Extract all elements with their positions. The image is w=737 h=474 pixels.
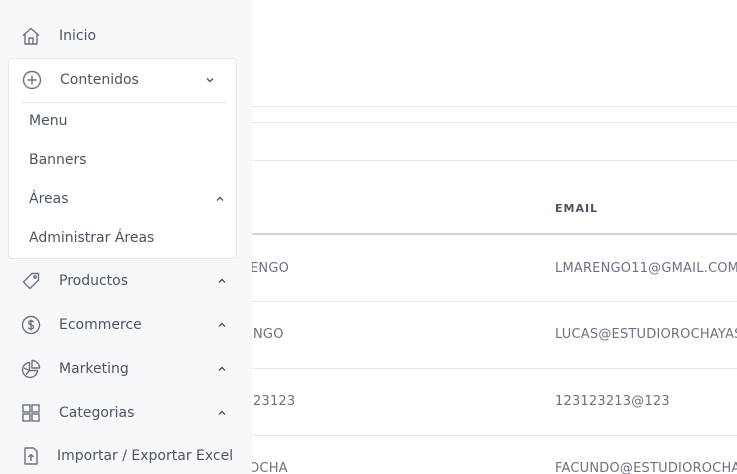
cell-email: LUCAS@ESTUDIOROCHAYAS: [555, 327, 737, 342]
sidebar-item-productos[interactable]: Productos: [0, 261, 252, 301]
row-divider: [252, 435, 737, 436]
cell-email: LMARENGO11@GMAIL.COM: [555, 261, 737, 276]
cell-name: ENGO: [252, 261, 290, 276]
divider: [21, 102, 226, 103]
sidebar-item-label: Ecommerce: [59, 317, 142, 333]
divider: [252, 106, 737, 107]
sidebar-subitem-areas[interactable]: Áreas: [9, 182, 236, 216]
sidebar-subitem-menu[interactable]: Menu: [9, 104, 236, 138]
plus-circle-icon: [21, 69, 43, 91]
sidebar-subitem-label: Administrar Áreas: [29, 230, 155, 246]
sidebar-item-label: Categorias: [59, 405, 135, 421]
sidebar-item-inicio[interactable]: Inicio: [0, 16, 252, 56]
sidebar-subitem-label: Menu: [29, 113, 68, 129]
row-divider: [252, 301, 737, 302]
chevron-up-icon: [216, 407, 228, 419]
sidebar-item-marketing[interactable]: Marketing: [0, 349, 252, 389]
sidebar-item-contenidos[interactable]: Contenidos: [1, 60, 252, 100]
cell-name: NGO: [253, 327, 284, 342]
sidebar-item-label: Inicio: [59, 28, 97, 44]
sidebar-item-label: Importar / Exportar Excel: [57, 448, 234, 464]
sidebar-subitem-label: Áreas: [29, 191, 69, 207]
file-import-icon: [20, 445, 42, 467]
sidebar-item-label: Contenidos: [60, 72, 139, 88]
sidebar-subitem-banners[interactable]: Banners: [9, 143, 236, 177]
chevron-up-icon: [214, 193, 226, 205]
sidebar-subitem-administrar-areas[interactable]: Administrar Áreas: [9, 221, 236, 255]
cell-email: 123123213@123: [555, 394, 670, 409]
sidebar-item-label: Marketing: [59, 361, 129, 377]
sidebar: Inicio Contenidos Menu Banners Áreas Adm…: [0, 0, 252, 474]
row-divider: [252, 368, 737, 369]
home-icon: [20, 25, 42, 47]
sidebar-item-importar-exportar-excel[interactable]: Importar / Exportar Excel: [0, 436, 252, 474]
divider: [252, 122, 737, 123]
pie-chart-icon: [20, 358, 42, 380]
sidebar-item-categorias[interactable]: Categorias: [0, 393, 252, 433]
chevron-up-icon: [216, 275, 228, 287]
grid-icon: [20, 402, 42, 424]
sidebar-group-contenidos: Contenidos Menu Banners Áreas Administra…: [8, 58, 237, 259]
sidebar-subitem-label: Banners: [29, 152, 87, 168]
cell-name: 23123: [253, 394, 296, 409]
cell-email: FACUNDO@ESTUDIOROCHA: [555, 461, 737, 474]
chevron-up-icon: [216, 319, 228, 331]
sidebar-item-label: Productos: [59, 273, 129, 289]
dollar-circle-icon: [20, 314, 42, 336]
chevron-down-icon: [204, 74, 216, 86]
divider: [252, 160, 737, 161]
cell-name: OCHA: [252, 461, 288, 474]
tag-icon: [20, 270, 42, 292]
sidebar-item-ecommerce[interactable]: Ecommerce: [0, 305, 252, 345]
main-content: EMAIL ENGO LMARENGO11@GMAIL.COM NGO LUCA…: [252, 0, 737, 474]
table-header-divider: [252, 233, 737, 235]
chevron-up-icon: [216, 363, 228, 375]
column-header-email: EMAIL: [555, 202, 599, 215]
